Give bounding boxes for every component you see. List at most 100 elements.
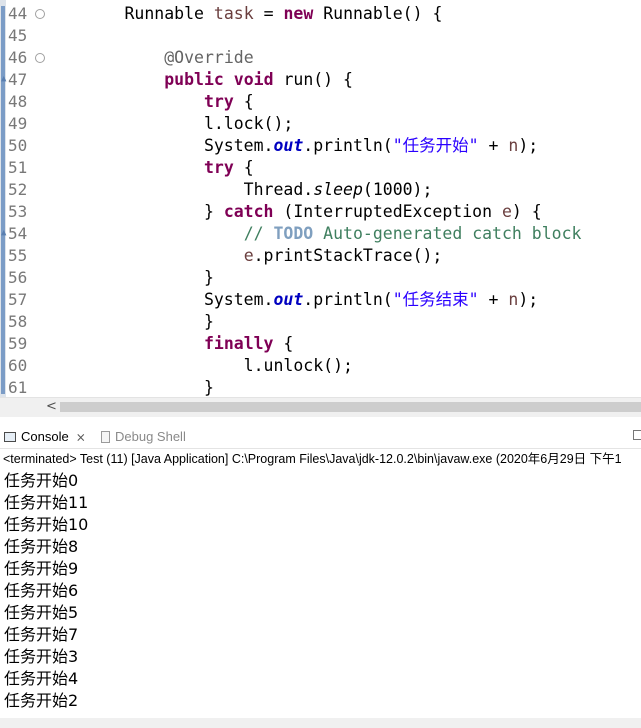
fold-toggle-icon[interactable] <box>35 53 45 63</box>
console-output-line: 任务开始0 <box>4 471 79 490</box>
code-line[interactable]: Runnable task = new Runnable() { <box>45 3 641 25</box>
code-token: e <box>243 246 254 265</box>
code-line[interactable]: Thread.sleep(1000); <box>45 179 641 201</box>
line-number: 45 <box>8 26 28 45</box>
code-token: .printStackTrace(); <box>253 246 443 265</box>
line-number: 60 <box>8 356 28 375</box>
code-line[interactable]: finally { <box>45 333 641 355</box>
line-number: 54 ▲ <box>1 224 28 243</box>
code-token: .println( <box>303 136 393 155</box>
code-token: "任务结束" <box>392 290 479 309</box>
code-token: + <box>478 290 509 309</box>
code-token: // <box>243 224 274 243</box>
scrollbar-thumb[interactable] <box>60 402 641 412</box>
code-line[interactable]: } <box>45 267 641 289</box>
code-line[interactable]: l.unlock(); <box>45 355 641 377</box>
code-token: e <box>501 202 512 221</box>
code-token: out <box>273 290 304 309</box>
override-marker-icon: ▲ <box>1 228 7 238</box>
code-token: { <box>233 92 254 111</box>
code-line[interactable]: // TODO Auto-generated catch block <box>45 223 641 245</box>
tab-debug-shell-label: Debug Shell <box>115 429 186 444</box>
console-output-line: 任务开始4 <box>4 669 79 688</box>
fold-toggle-icon[interactable] <box>35 9 45 19</box>
console-output-line: 任务开始7 <box>4 625 79 644</box>
code-token: n <box>508 290 519 309</box>
code-token: TODO <box>273 224 314 243</box>
code-token: finally <box>203 334 274 353</box>
code-token: ); <box>518 136 539 155</box>
code-token: sleep <box>313 180 363 199</box>
console-output-line: 任务开始11 <box>4 493 89 512</box>
tab-debug-shell[interactable]: Debug Shell <box>101 427 186 447</box>
console-output-line: 任务开始8 <box>4 537 79 556</box>
code-token: void <box>233 70 274 89</box>
override-marker-icon: ▲ <box>1 74 7 84</box>
code-line[interactable]: System.out.println("任务开始" + n); <box>45 135 641 157</box>
code-token: Auto-generated catch block <box>313 224 582 243</box>
code-line[interactable]: } <box>45 377 641 397</box>
scroll-left-icon[interactable]: < <box>46 399 57 414</box>
code-line[interactable]: } <box>45 311 641 333</box>
code-token: System. <box>45 136 274 155</box>
code-token: ); <box>518 290 539 309</box>
code-line[interactable]: e.printStackTrace(); <box>45 245 641 267</box>
code-token: public <box>164 70 224 89</box>
code-line[interactable]: l.lock(); <box>45 113 641 135</box>
console-horizontal-scrollbar[interactable] <box>0 718 641 728</box>
code-area[interactable]: Runnable task = new Runnable() { @Overri… <box>45 3 641 397</box>
view-menu-icon[interactable] <box>633 430 641 440</box>
code-line[interactable]: try { <box>45 91 641 113</box>
code-token: Thread. <box>45 180 314 199</box>
code-line[interactable]: @Override <box>45 47 641 69</box>
line-number: 48 <box>8 92 28 111</box>
code-token: new <box>283 4 314 23</box>
code-line[interactable] <box>45 25 641 47</box>
code-line[interactable]: System.out.println("任务结束" + n); <box>45 289 641 311</box>
console-status: <terminated> Test (11) [Java Application… <box>3 452 622 466</box>
code-token: n <box>508 136 519 155</box>
code-token: Runnable <box>45 4 214 23</box>
code-token: (1000); <box>362 180 433 199</box>
code-token: System. <box>45 290 274 309</box>
line-number: 47 ▲ <box>1 70 28 89</box>
code-token: try <box>203 158 234 177</box>
line-number: 49 <box>8 114 28 133</box>
console-output-line: 任务开始10 <box>4 515 89 534</box>
line-number: 46 <box>8 47 45 69</box>
code-line[interactable]: public void run() { <box>45 69 641 91</box>
line-number: 44 <box>8 3 45 25</box>
console-view-tabbar: Console ⨯ Debug Shell <box>0 424 641 449</box>
code-token: try <box>203 92 234 111</box>
tab-console-label: Console <box>21 429 69 444</box>
line-number: 57 <box>8 290 28 309</box>
line-number: 52 <box>8 180 28 199</box>
debug-shell-icon <box>101 431 110 443</box>
code-token: out <box>273 136 304 155</box>
tab-console[interactable]: Console ⨯ <box>4 427 86 447</box>
code-editor[interactable]: 44 45 46 47 ▲ 48 49 50 51 52 53 54 ▲ 55 56 57 58 59 60 61 R… <box>0 0 641 397</box>
code-token: { <box>233 158 254 177</box>
console-icon <box>4 432 16 442</box>
line-number: 53 <box>8 202 28 221</box>
line-number: 59 <box>8 334 28 353</box>
code-line[interactable]: try { <box>45 157 641 179</box>
code-token: } <box>45 312 214 331</box>
overview-ruler[interactable] <box>0 0 6 397</box>
console-output-line: 任务开始6 <box>4 581 79 600</box>
line-number-gutter: 44 45 46 47 ▲ 48 49 50 51 52 53 54 ▲ 55 56 57 58 59 60 61 <box>1 3 45 397</box>
console-output[interactable]: 任务开始0 任务开始11 任务开始10 任务开始8 任务开始9 任务开始6 任务开始5 任务开… <box>4 470 641 712</box>
editor-horizontal-scrollbar[interactable]: < <box>0 397 641 417</box>
close-icon[interactable]: ⨯ <box>76 427 86 447</box>
code-token: task <box>213 4 254 23</box>
line-number: 50 <box>8 136 28 155</box>
console-output-line: 任务开始9 <box>4 559 79 578</box>
code-line[interactable]: } catch (InterruptedException e) { <box>45 201 641 223</box>
